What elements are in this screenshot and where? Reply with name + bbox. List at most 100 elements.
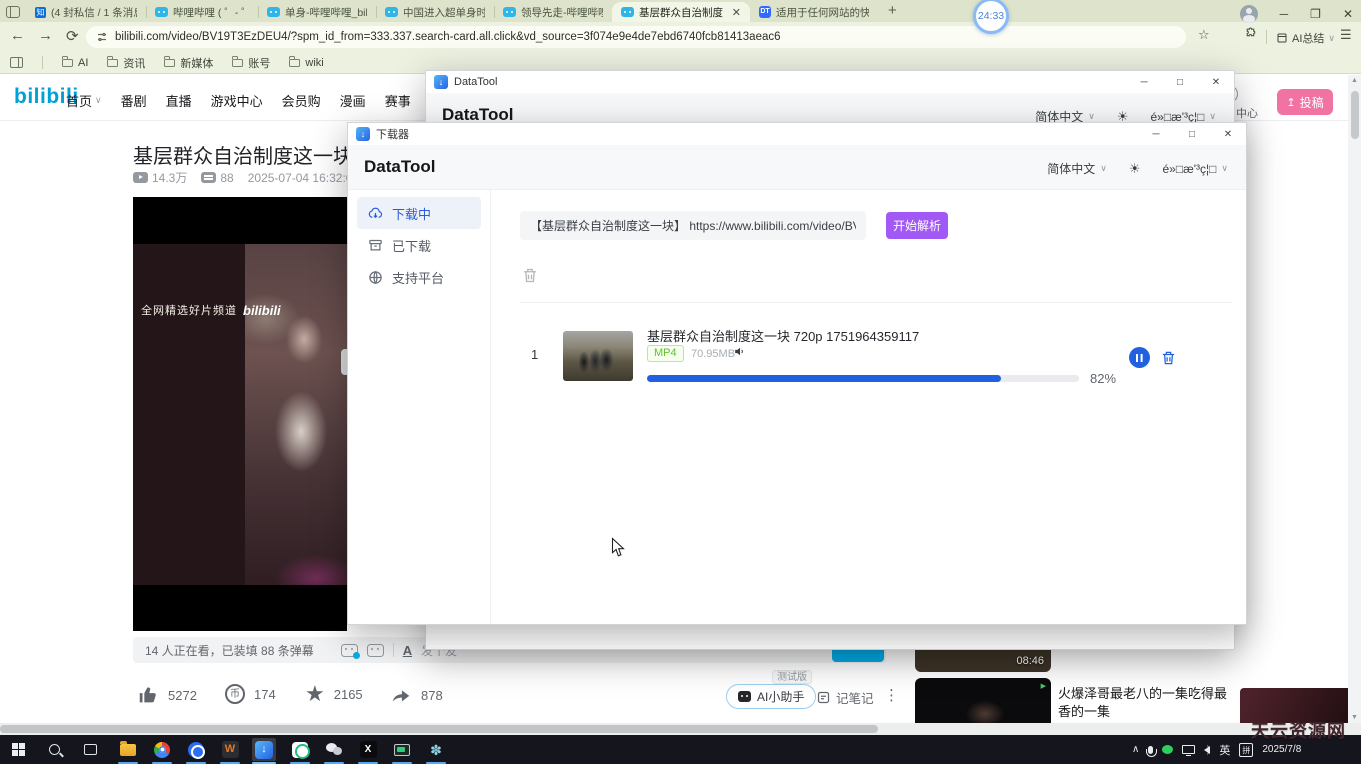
bookmark-folder-news[interactable]: 资讯 — [107, 55, 145, 71]
maximize-icon[interactable]: □ — [1162, 71, 1198, 93]
ai-summary-button[interactable]: AI总结 ∨ — [1276, 30, 1335, 46]
delete-item-trash-icon[interactable] — [1160, 349, 1177, 372]
reload-icon[interactable]: ⟳ — [66, 27, 79, 45]
tray-date[interactable]: 2025/7/8 — [1262, 744, 1301, 755]
like-button[interactable]: 5272 — [137, 684, 197, 706]
tab-zhihu[interactable]: 知 (4 封私信 / 1 条消息) — [26, 2, 146, 22]
creator-center-label[interactable]: 中心 — [1236, 105, 1258, 121]
vertical-scrollbar[interactable]: ▲ ▼ — [1348, 75, 1361, 723]
tab-china-single[interactable]: 中国进入超单身时代_ — [376, 2, 494, 22]
ime-icon[interactable]: 拼 — [1239, 743, 1253, 757]
ai-assistant-button[interactable]: AI小助手 — [726, 684, 816, 709]
tab-close-icon[interactable]: ✕ — [730, 6, 741, 19]
nav-home[interactable]: 首页∨ — [66, 91, 102, 110]
chrome-icon[interactable] — [150, 738, 174, 761]
display-icon[interactable] — [1182, 745, 1195, 754]
nav-bangumi[interactable]: 番剧 — [121, 91, 147, 110]
theme-sun-icon[interactable]: ☀ — [1129, 161, 1141, 177]
tab-lingdao[interactable]: 领导先走-哔哩哔哩_b — [494, 2, 612, 22]
browser-icon[interactable] — [184, 738, 208, 761]
more-options-icon[interactable]: ⋮ — [884, 686, 899, 704]
share-button[interactable]: 878 — [390, 684, 443, 706]
profile-avatar[interactable] — [1240, 5, 1258, 23]
task-view-icon[interactable] — [78, 738, 102, 761]
upload-button[interactable]: ↥ 投稿 — [1277, 89, 1333, 115]
file-explorer-icon[interactable] — [116, 738, 140, 761]
side-panel-icon[interactable] — [10, 57, 23, 68]
bookmark-folder-ai[interactable]: AI — [62, 57, 88, 69]
close-icon[interactable]: ✕ — [1210, 123, 1246, 145]
horizontal-scrollbar[interactable] — [0, 723, 1361, 735]
taskbar-search-icon[interactable] — [42, 738, 66, 761]
tray-chevron-icon[interactable]: ∧ — [1132, 744, 1139, 755]
site-settings-icon[interactable] — [96, 31, 108, 43]
parse-button[interactable]: 开始解析 — [886, 212, 948, 239]
tab-danshen[interactable]: 单身-哔哩哔哩_bilibili — [258, 2, 376, 22]
back-icon[interactable]: ← — [10, 27, 25, 44]
minimize-icon[interactable]: ─ — [1280, 7, 1289, 21]
tab-search-icon[interactable] — [6, 6, 20, 18]
mode-select[interactable]: é»□æ'³ç¦□∨ — [1162, 162, 1228, 176]
minimize-icon[interactable]: ─ — [1126, 71, 1162, 93]
sidebar-item-platforms[interactable]: 支持平台 — [357, 261, 481, 293]
scroll-down-icon[interactable]: ▼ — [1350, 714, 1359, 721]
scroll-up-icon[interactable]: ▲ — [1350, 77, 1359, 84]
extensions-icon[interactable] — [1244, 27, 1257, 44]
address-bar[interactable] — [86, 26, 1186, 48]
language-select[interactable]: 简体中文∨ — [1047, 160, 1107, 177]
volume-icon[interactable] — [1204, 746, 1210, 754]
video-url-input[interactable] — [520, 211, 866, 240]
bookmark-folder-account[interactable]: 账号 — [232, 55, 270, 71]
new-tab-button[interactable]: + — [888, 2, 897, 19]
downloader-app-icon[interactable]: ↓ — [252, 738, 276, 761]
nav-esports[interactable]: 赛事 — [385, 91, 411, 110]
danmaku-toggle-icon[interactable] — [341, 644, 358, 657]
microphone-icon[interactable] — [1148, 746, 1153, 754]
maximize-icon[interactable]: □ — [1174, 123, 1210, 145]
nav-manga[interactable]: 漫画 — [340, 91, 366, 110]
flower-app-icon[interactable]: ✽ — [424, 738, 448, 761]
datatool-titlebar[interactable]: ↓ DataTool ─ □ ✕ — [426, 71, 1234, 93]
clear-list-trash-icon[interactable] — [521, 266, 539, 290]
screen-share-icon[interactable] — [390, 738, 414, 761]
minimize-icon[interactable]: ─ — [1138, 123, 1174, 145]
take-notes-button[interactable]: 记笔记 — [816, 688, 874, 707]
coin-button[interactable]: 币 174 — [225, 684, 276, 704]
recommended-video-title[interactable]: 火爆泽哥最老八的一集吃得最 香的一集 — [1058, 685, 1248, 721]
wechat-icon[interactable] — [322, 738, 346, 761]
forward-icon[interactable]: → — [38, 27, 53, 44]
favorite-button[interactable]: ★ 2165 — [305, 684, 363, 704]
danmaku-settings-icon[interactable] — [367, 644, 384, 657]
url-input[interactable] — [115, 31, 1176, 43]
close-icon[interactable]: ✕ — [1198, 71, 1234, 93]
scrollbar-thumb[interactable] — [1351, 91, 1359, 139]
sidebar-label: 下载中 — [392, 204, 431, 223]
close-icon[interactable]: ✕ — [1343, 7, 1353, 21]
nav-vip-shop[interactable]: 会员购 — [282, 91, 321, 110]
reading-list-icon — [1276, 32, 1288, 44]
downloader-titlebar[interactable]: ↓ 下载器 ─ □ ✕ — [348, 123, 1246, 145]
menu-icon[interactable]: ☰ — [1340, 27, 1352, 43]
video-player[interactable]: 全网精选好片频道 bilibili — [133, 197, 347, 631]
bookmark-folder-wiki[interactable]: wiki — [289, 57, 323, 69]
capcut-icon[interactable]: X — [356, 738, 380, 761]
sidebar-item-downloaded[interactable]: 已下载 — [357, 229, 481, 261]
wechat-tray-icon[interactable] — [1162, 745, 1173, 754]
restore-icon[interactable]: ❐ — [1310, 7, 1321, 21]
tab-current-video[interactable]: 基层群众自治制度 ✕ — [612, 2, 750, 22]
danmaku-font-button[interactable]: A — [403, 643, 412, 658]
nav-game-center[interactable]: 游戏中心 — [211, 91, 263, 110]
hscrollbar-thumb[interactable] — [0, 725, 878, 733]
meeting-app-icon[interactable] — [288, 738, 312, 761]
ime-language[interactable]: 英 — [1219, 742, 1230, 758]
start-button[interactable] — [6, 738, 30, 761]
list-divider — [520, 302, 1232, 303]
tab-bilibili-home[interactable]: 哔哩哔哩 ( ゜- ゜)つロ — [146, 2, 258, 22]
tab-extension[interactable]: DT 适用于任何网站的快速 — [750, 2, 878, 22]
nav-live[interactable]: 直播 — [166, 91, 192, 110]
bookmark-folder-media[interactable]: 新媒体 — [164, 55, 213, 71]
wps-icon[interactable]: W — [218, 738, 242, 761]
sidebar-item-downloading[interactable]: 下载中 — [357, 197, 481, 229]
bookmark-star-icon[interactable]: ☆ — [1198, 27, 1210, 43]
pause-button[interactable] — [1129, 347, 1150, 368]
